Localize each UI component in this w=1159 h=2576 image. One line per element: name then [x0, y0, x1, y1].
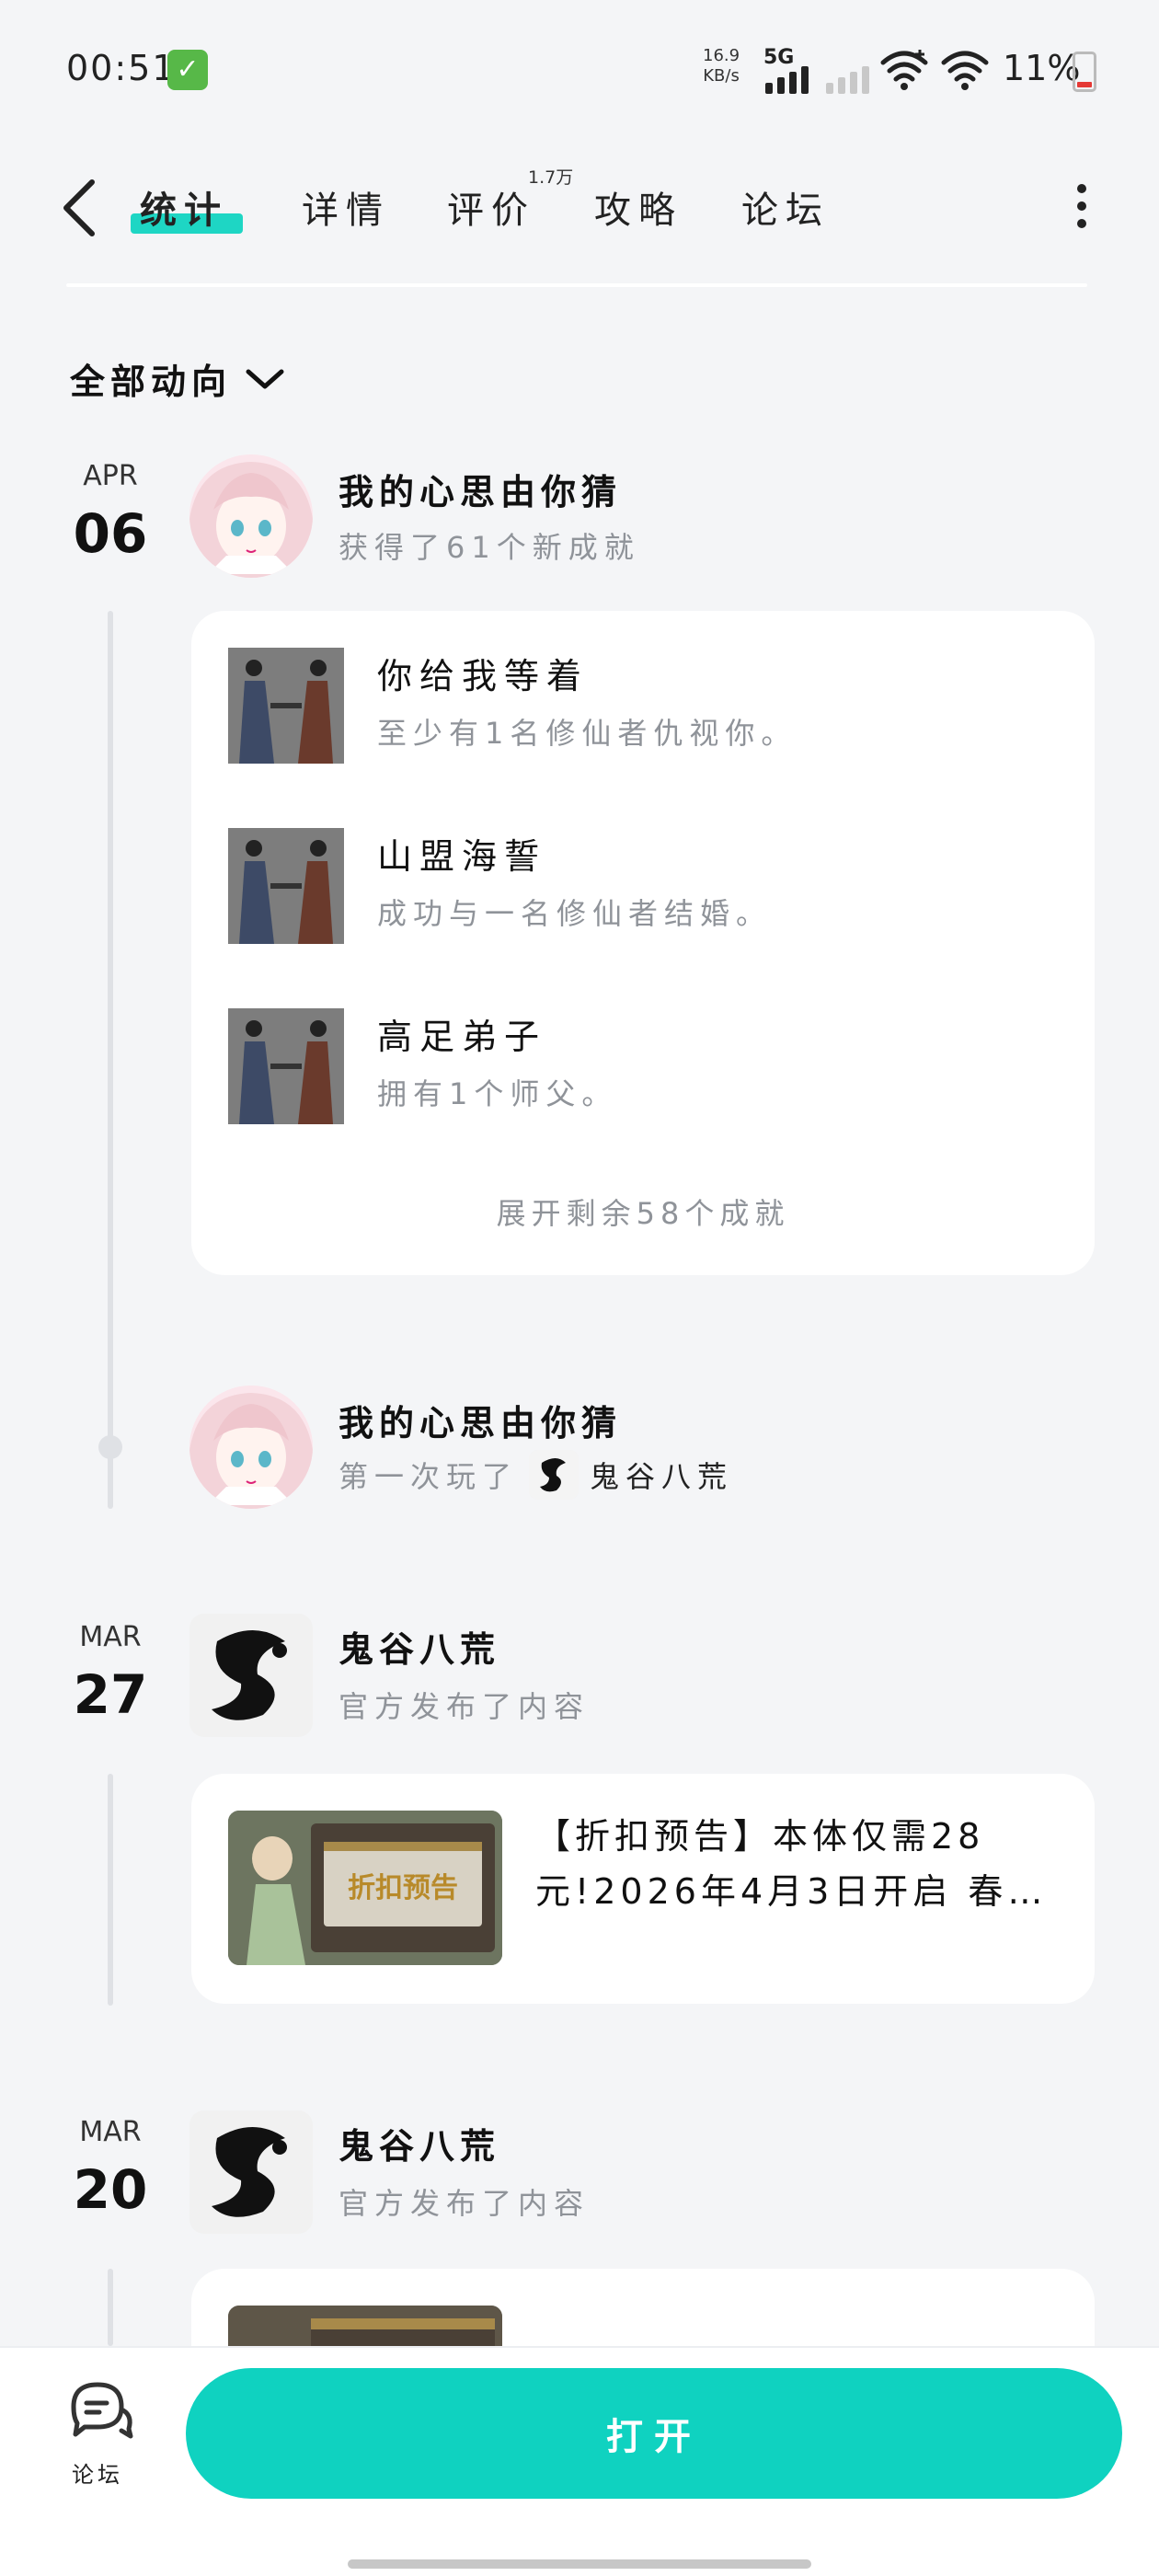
achievement-title: 高足弟子: [377, 1017, 547, 1057]
entry-day: 27: [73, 1663, 148, 1726]
tab-details[interactable]: 详情: [302, 180, 390, 234]
post-text: 【折扣预告】本体仅需28元!2026年4月3日开启 春…: [535, 1816, 1048, 1912]
entry-action-text: 官方发布了内容: [339, 2186, 591, 2221]
tab-stats[interactable]: 统计: [140, 180, 228, 234]
game-icon: [529, 1450, 580, 1500]
entry-user-name[interactable]: 我的心思由你猜: [339, 464, 622, 514]
chevron-down-icon: [246, 369, 284, 388]
forum-icon[interactable]: [66, 2379, 136, 2440]
entry-month: APR: [83, 460, 138, 492]
entry-user-name[interactable]: 鬼谷八荒: [339, 1621, 500, 1672]
timeline-line: [108, 611, 113, 1509]
post-thumbnail: 折扣预告: [228, 1811, 502, 1965]
entry-action: 官方发布了内容: [339, 1684, 590, 1726]
wifi-plus-icon: [880, 50, 928, 90]
entry-day: 06: [73, 502, 148, 565]
home-indicator[interactable]: [348, 2559, 811, 2569]
net-speed-value: 16.9: [703, 46, 740, 65]
entry-action: 官方发布了内容: [339, 2180, 590, 2223]
battery-percent: 11%: [1003, 48, 1081, 88]
header-divider: [66, 283, 1087, 287]
more-options-icon[interactable]: [1074, 184, 1089, 228]
tab-guides[interactable]: 攻略: [594, 180, 683, 234]
entry-action: 获得了61个新成就: [339, 524, 640, 567]
entry-action-text: 官方发布了内容: [339, 1689, 591, 1724]
filter-label: 全部动向: [70, 362, 233, 402]
signal-strength-icon: [765, 66, 809, 94]
back-arrow-icon[interactable]: [57, 177, 101, 239]
open-game-button[interactable]: 打开: [186, 2368, 1122, 2499]
tab-forum[interactable]: 论坛: [741, 180, 830, 234]
achievement-desc: 至少有1名修仙者仇视你。: [377, 716, 798, 751]
achievement-desc: 拥有1个师父。: [377, 1076, 618, 1111]
achievement-desc: 成功与一名修仙者结婚。: [377, 896, 773, 931]
activity-filter-dropdown[interactable]: 全部动向: [70, 353, 285, 404]
tab-reviews[interactable]: 评价: [447, 180, 535, 234]
achievements-card: 你给我等着 至少有1名修仙者仇视你。 山盟海誓 成功与一名修仙者结婚。 高足弟子…: [191, 611, 1095, 1275]
timeline-dot: [98, 1435, 122, 1459]
wifi-icon: [941, 51, 989, 90]
reviews-count-badge: 1.7万: [528, 167, 574, 188]
achievement-thumbnail: [228, 828, 344, 944]
entry-user-name[interactable]: 我的心思由你猜: [339, 1395, 622, 1445]
timeline-line: [108, 2269, 113, 2346]
achievement-thumbnail: [228, 1008, 344, 1124]
entry-action-text: 获得了61个新成就: [339, 530, 640, 565]
net-speed: 16.9 KB/s: [703, 46, 740, 86]
signal-strength-secondary-icon: [826, 66, 869, 94]
game-name-link[interactable]: 鬼谷八荒: [590, 1454, 733, 1496]
entry-action: 第一次玩了 鬼谷八荒: [339, 1450, 733, 1500]
achievement-thumbnail: [228, 648, 344, 764]
entry-month: MAR: [79, 1621, 142, 1653]
entry-month: MAR: [79, 2116, 142, 2148]
achievement-title: 山盟海誓: [377, 836, 547, 877]
game-avatar[interactable]: [189, 2110, 313, 2234]
timeline-line: [108, 1774, 113, 2006]
checklist-notification-icon: ✓: [167, 50, 208, 90]
post-card[interactable]: 折扣预告 【折扣预告】本体仅需28元!2026年4月3日开启 春…: [191, 1774, 1095, 2004]
user-avatar[interactable]: [189, 454, 313, 578]
status-time: 00:51: [66, 48, 177, 88]
post-thumbnail-text: 折扣预告: [348, 1872, 458, 1904]
achievement-title: 你给我等着: [377, 656, 590, 696]
expand-achievements-link[interactable]: 展开剩余58个成就: [191, 1190, 1095, 1233]
battery-icon: [1073, 52, 1096, 92]
forum-label[interactable]: 论坛: [72, 2456, 123, 2489]
net-speed-unit: KB/s: [703, 66, 740, 86]
user-avatar[interactable]: [189, 1386, 313, 1509]
entry-action-text: 第一次玩了: [339, 1459, 519, 1494]
game-avatar[interactable]: [189, 1614, 313, 1737]
entry-day: 20: [73, 2158, 148, 2221]
entry-user-name[interactable]: 鬼谷八荒: [339, 2118, 500, 2168]
